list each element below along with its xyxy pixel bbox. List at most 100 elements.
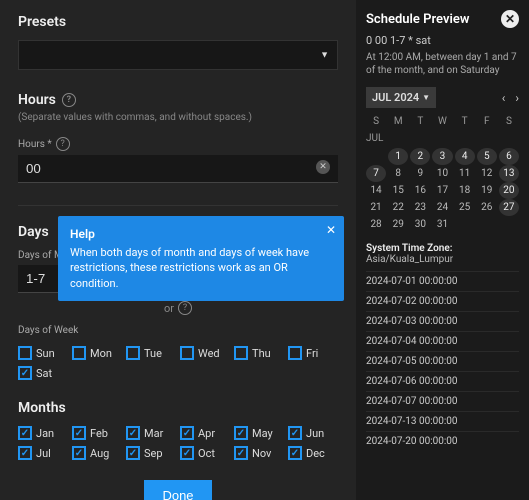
calendar-dow-head: W	[432, 116, 452, 127]
month-checkbox-feb[interactable]: Feb	[72, 426, 118, 440]
tooltip-title: Help	[70, 226, 332, 243]
calendar-day[interactable]: 9	[410, 165, 430, 182]
calendar-dow-head: M	[388, 116, 408, 127]
calendar-day	[366, 148, 386, 165]
or-label: or	[164, 302, 174, 315]
presets-select[interactable]: ▼	[18, 40, 338, 70]
next-run-item: 2024-07-01 00:00:00	[366, 271, 519, 291]
month-checkbox-apr[interactable]: Apr	[180, 426, 226, 440]
dow-checkbox-thu[interactable]: Thu	[234, 346, 280, 360]
calendar-day[interactable]: 30	[410, 216, 430, 233]
calendar-day[interactable]: 27	[499, 199, 519, 216]
month-checkbox-dec[interactable]: Dec	[288, 446, 334, 460]
dow-checkbox-tue[interactable]: Tue	[126, 346, 172, 360]
calendar-day[interactable]: 7	[366, 165, 386, 182]
checkbox-label: Tue	[144, 347, 162, 360]
calendar-day[interactable]: 12	[477, 165, 497, 182]
checkbox-label: Feb	[90, 427, 108, 440]
calendar-day[interactable]: 11	[455, 165, 475, 182]
calendar-day[interactable]: 17	[432, 182, 452, 199]
help-icon[interactable]: ?	[56, 137, 70, 151]
checkbox-icon	[18, 446, 32, 460]
checkbox-label: Jan	[36, 427, 54, 440]
calendar-dow-head: T	[455, 116, 475, 127]
calendar-day[interactable]: 14	[366, 182, 386, 199]
calendar-day[interactable]: 1	[388, 148, 408, 165]
checkbox-icon	[72, 426, 86, 440]
month-select[interactable]: JUL 2024 ▼	[366, 87, 436, 108]
dow-checkbox-fri[interactable]: Fri	[288, 346, 334, 360]
calendar-day[interactable]: 24	[432, 199, 452, 216]
calendar-day[interactable]: 4	[455, 148, 475, 165]
month-checkbox-aug[interactable]: Aug	[72, 446, 118, 460]
next-runs-list: 2024-07-01 00:00:002024-07-02 00:00:00 20…	[366, 271, 519, 451]
calendar-day[interactable]: 16	[410, 182, 430, 199]
calendar-day[interactable]: 23	[410, 199, 430, 216]
calendar-day	[477, 216, 497, 233]
calendar: SMTWTFS JUL 1234567891011121314151617181…	[366, 116, 519, 233]
help-icon[interactable]: ?	[178, 301, 192, 315]
checkbox-icon	[288, 426, 302, 440]
checkbox-label: May	[252, 427, 273, 440]
clear-icon[interactable]: ✕	[316, 160, 330, 174]
calendar-day[interactable]: 10	[432, 165, 452, 182]
hours-input[interactable]	[18, 155, 338, 183]
close-icon[interactable]: ✕	[326, 222, 336, 239]
next-run-item: 2024-07-02 00:00:00	[366, 291, 519, 311]
prev-month-button[interactable]: ‹	[502, 91, 506, 105]
help-icon[interactable]: ?	[62, 93, 76, 107]
hours-hint: (Separate values with commas, and withou…	[18, 112, 338, 123]
month-checkbox-jun[interactable]: Jun	[288, 426, 334, 440]
calendar-day[interactable]: 3	[432, 148, 452, 165]
calendar-day[interactable]: 13	[499, 165, 519, 182]
calendar-day[interactable]: 20	[499, 182, 519, 199]
calendar-day[interactable]: 8	[388, 165, 408, 182]
checkbox-icon	[72, 346, 86, 360]
calendar-dow-head: T	[410, 116, 430, 127]
month-checkbox-oct[interactable]: Oct	[180, 446, 226, 460]
next-run-item: 2024-07-06 00:00:00	[366, 371, 519, 391]
calendar-day	[455, 216, 475, 233]
next-run-item: 2024-07-20 00:00:00	[366, 431, 519, 451]
checkbox-icon	[126, 446, 140, 460]
checkbox-icon	[180, 426, 194, 440]
scheduler-form: Presets ▼ Hours ? (Separate values with …	[0, 0, 356, 500]
checkbox-icon	[234, 446, 248, 460]
calendar-day[interactable]: 25	[455, 199, 475, 216]
month-checkbox-jan[interactable]: Jan	[18, 426, 64, 440]
dow-checkbox-mon[interactable]: Mon	[72, 346, 118, 360]
calendar-day	[499, 216, 519, 233]
months-row: Jan Feb Mar Apr May Jun Jul Aug Sep Oct Nov Dec	[18, 426, 338, 460]
calendar-day[interactable]: 22	[388, 199, 408, 216]
month-checkbox-mar[interactable]: Mar	[126, 426, 172, 440]
calendar-day[interactable]: 28	[366, 216, 386, 233]
dow-checkbox-sat[interactable]: Sat	[18, 366, 64, 380]
checkbox-label: Thu	[252, 347, 271, 360]
calendar-day[interactable]: 19	[477, 182, 497, 199]
dow-checkbox-sun[interactable]: Sun	[18, 346, 64, 360]
tooltip-body: When both days of month and days of week…	[70, 245, 332, 291]
checkbox-label: Wed	[198, 347, 220, 360]
calendar-day[interactable]: 26	[477, 199, 497, 216]
calendar-dow-head: S	[499, 116, 519, 127]
month-checkbox-nov[interactable]: Nov	[234, 446, 280, 460]
checkbox-label: Apr	[198, 427, 215, 440]
calendar-day[interactable]: 29	[388, 216, 408, 233]
calendar-day[interactable]: 21	[366, 199, 386, 216]
next-month-button[interactable]: ›	[515, 91, 519, 105]
checkbox-icon	[234, 426, 248, 440]
calendar-day[interactable]: 6	[499, 148, 519, 165]
calendar-day[interactable]: 18	[455, 182, 475, 199]
month-checkbox-may[interactable]: May	[234, 426, 280, 440]
month-checkbox-sep[interactable]: Sep	[126, 446, 172, 460]
dow-checkbox-wed[interactable]: Wed	[180, 346, 226, 360]
calendar-day[interactable]: 2	[410, 148, 430, 165]
calendar-day[interactable]: 31	[432, 216, 452, 233]
hours-field-label: Hours *	[18, 139, 52, 150]
calendar-day[interactable]: 5	[477, 148, 497, 165]
calendar-dow-head: F	[477, 116, 497, 127]
done-button[interactable]: Done	[144, 480, 211, 500]
calendar-day[interactable]: 15	[388, 182, 408, 199]
close-icon[interactable]: ✕	[501, 10, 519, 28]
month-checkbox-jul[interactable]: Jul	[18, 446, 64, 460]
